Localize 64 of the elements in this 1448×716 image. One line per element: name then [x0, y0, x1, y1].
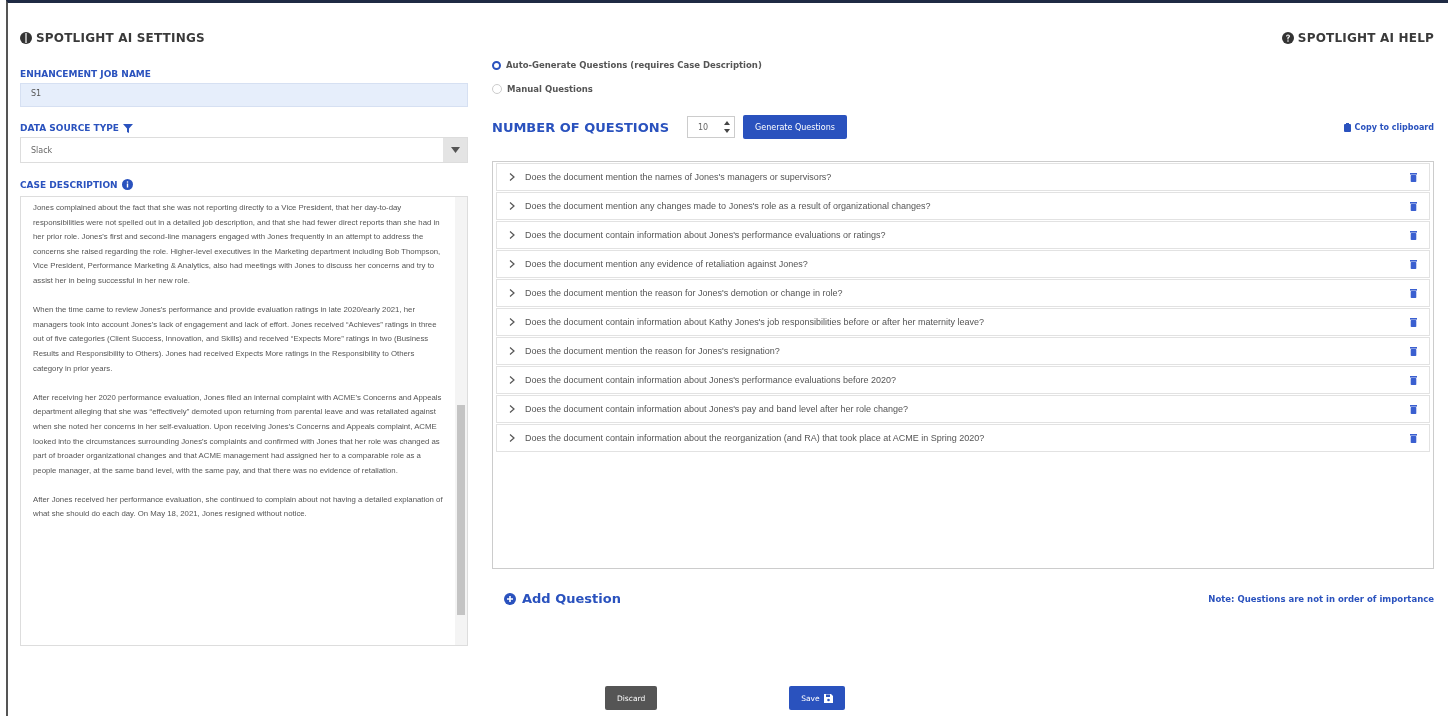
- help-link[interactable]: SPOTLIGHT AI HELP: [1281, 31, 1434, 45]
- trash-icon: [1410, 404, 1417, 414]
- question-text: Does the document mention any evidence of retaliation against Jones?: [525, 259, 809, 269]
- trash-icon: [1410, 317, 1417, 327]
- trash-icon: [1410, 259, 1417, 269]
- question-row[interactable]: Does the document mention any evidence of retaliation against Jones?: [496, 250, 1430, 278]
- clipboard-icon: [1343, 122, 1351, 132]
- question-text: Does the document mention the reason for Jones's resignation?: [525, 346, 781, 356]
- radio-option[interactable]: Auto-Generate Questions (requires Case Description): [492, 53, 762, 77]
- field-label: DATA SOURCE TYPE: [20, 123, 119, 133]
- question-text: Does the document contain information about Jones's pay and band level after her role change?: [525, 404, 909, 414]
- add-question-link[interactable]: Add Question: [504, 591, 621, 606]
- data-source-select[interactable]: Slack: [20, 137, 468, 163]
- question-text: Does the document mention any changes made to Jones's role as a result of organizational changes?: [525, 201, 932, 211]
- question-row[interactable]: Does the document mention the names of Jones's managers or supervisors?: [496, 163, 1430, 191]
- chevron-icon[interactable]: [509, 405, 515, 413]
- question-text: Does the document mention the names of Jones's managers or supervisors?: [525, 172, 833, 182]
- plus-circle-icon: [504, 592, 516, 605]
- trash-icon: [1410, 172, 1417, 182]
- radio-option[interactable]: Manual Questions: [492, 77, 593, 101]
- question-row[interactable]: Does the document contain information about Kathy Jones's job responsibilities before or after her maternity leave?: [496, 308, 1430, 336]
- help-icon: [1281, 32, 1294, 44]
- question-text: Does the document contain information about Kathy Jones's job responsibilities before or after her maternity leave?: [525, 317, 985, 327]
- question-row[interactable]: Does the document mention any changes made to Jones's role as a result of organizational changes?: [496, 192, 1430, 220]
- number-field[interactable]: 10: [687, 116, 735, 138]
- question-text: Does the document contain information about Jones's performance evaluations before 2020?: [525, 375, 897, 385]
- chevron-icon[interactable]: [509, 289, 515, 297]
- trash-icon: [1410, 433, 1417, 443]
- caret-icon: [450, 147, 460, 153]
- trash-icon: [1410, 346, 1417, 356]
- trash-icon: [1410, 201, 1417, 211]
- question-row[interactable]: Does the document contain information about Jones's pay and band level after her role change?: [496, 395, 1430, 423]
- chevron-icon[interactable]: [509, 260, 515, 268]
- chevron-icon[interactable]: [509, 347, 515, 355]
- copy-link[interactable]: Copy to clipboard: [1343, 122, 1434, 132]
- question-text: Does the document mention the reason for Jones's demotion or change in role?: [525, 288, 844, 298]
- question-row[interactable]: Does the document mention the reason for Jones's demotion or change in role?: [496, 279, 1430, 307]
- question-text: Does the document contain information about the reorganization (and RA) that took place at ACME in Spring 2020?: [525, 433, 986, 443]
- trash-icon: [1410, 230, 1417, 240]
- chevron-icon[interactable]: [509, 318, 515, 326]
- chevron-icon[interactable]: [509, 231, 515, 239]
- question-row[interactable]: Does the document contain information about Jones's performance evaluations or ratings?: [496, 221, 1430, 249]
- chevron-icon[interactable]: [509, 434, 515, 442]
- field-label: CASE DESCRIPTION: [20, 179, 118, 190]
- filter-icon: [122, 123, 133, 133]
- floppy-icon: [823, 693, 833, 703]
- spinner-icon: [724, 120, 730, 134]
- trash-icon: [1410, 375, 1417, 385]
- chevron-icon[interactable]: [509, 202, 515, 210]
- chevron-icon[interactable]: [509, 173, 515, 181]
- question-text: Does the document contain information about Jones's performance evaluations or ratings?: [525, 230, 887, 240]
- chevron-icon[interactable]: [509, 376, 515, 384]
- note-text: Note: Questions are not in order of importance: [1208, 593, 1434, 604]
- brain-icon: [20, 32, 32, 44]
- section-heading: NUMBER OF QUESTIONS: [492, 119, 669, 135]
- info-icon: [121, 179, 133, 190]
- job-name-field[interactable]: S1: [20, 83, 468, 107]
- question-row[interactable]: Does the document contain information about Jones's performance evaluations before 2020?: [496, 366, 1430, 394]
- trash-icon: [1410, 288, 1417, 298]
- page-title: SPOTLIGHT AI SETTINGS: [36, 31, 205, 45]
- field-label: ENHANCEMENT JOB NAME: [20, 69, 152, 79]
- question-row[interactable]: Does the document contain information about the reorganization (and RA) that took place at ACME in Spring 2020?: [496, 424, 1430, 452]
- generate-button[interactable]: Generate Questions: [743, 115, 847, 139]
- question-row[interactable]: Does the document mention the reason for Jones's resignation?: [496, 337, 1430, 365]
